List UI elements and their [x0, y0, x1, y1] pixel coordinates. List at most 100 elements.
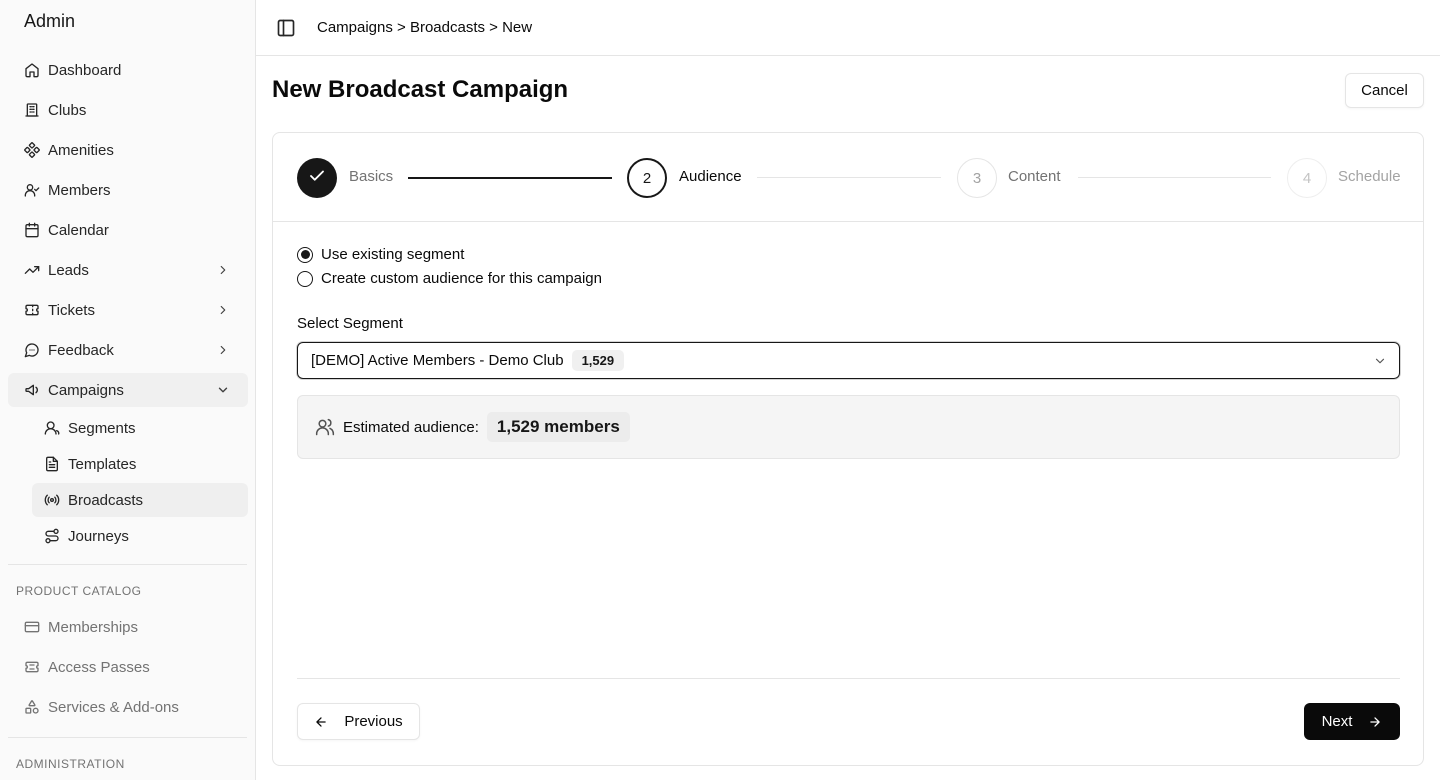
- sidebar-item-clubs[interactable]: Clubs: [8, 93, 248, 127]
- sidebar-item-memberships[interactable]: Memberships: [8, 610, 248, 644]
- ticket-pass-icon: [24, 659, 40, 675]
- sidebar-item-label: Members: [48, 181, 111, 199]
- previous-button-label: Previous: [344, 713, 403, 730]
- chevron-down-icon: [1373, 354, 1387, 368]
- arrow-right-icon: [1368, 715, 1382, 729]
- sidebar-subitem-label: Segments: [68, 419, 136, 437]
- chevron-down-icon: [216, 383, 230, 397]
- megaphone-icon: [24, 382, 40, 398]
- step-2-label: Audience: [679, 168, 742, 185]
- sidebar-item-dashboard[interactable]: Dashboard: [8, 53, 248, 87]
- sidebar-item-campaigns[interactable]: Campaigns: [8, 373, 248, 407]
- ticket-icon: [24, 302, 40, 318]
- chevron-right-icon: [216, 303, 230, 317]
- sidebar-item-label: Services & Add-ons: [48, 698, 179, 716]
- sidebar: Admin Dashboard Clubs Amenities Members …: [0, 0, 256, 780]
- cancel-button[interactable]: Cancel: [1345, 73, 1424, 108]
- sidebar-toggle-icon[interactable]: [276, 18, 296, 38]
- sidebar-item-label: Clubs: [48, 101, 87, 119]
- top-bar: Campaigns > Broadcasts > New: [256, 0, 1440, 56]
- chevron-right-icon: [216, 343, 230, 357]
- sidebar-item-feedback[interactable]: Feedback: [8, 333, 248, 367]
- sidebar-item-calendar[interactable]: Calendar: [8, 213, 248, 247]
- section-label-product-catalog: PRODUCT CATALOG: [16, 584, 142, 598]
- breadcrumb: Campaigns > Broadcasts > New: [317, 19, 533, 36]
- sidebar-subitem-templates[interactable]: Templates: [32, 447, 248, 481]
- step-1-complete-circle: [297, 158, 337, 198]
- segment-field-label: Select Segment: [297, 315, 403, 332]
- step-1-label: Basics: [349, 168, 394, 185]
- users-icon: [315, 417, 335, 437]
- section-label-administration: ADMINISTRATION: [16, 757, 125, 771]
- sidebar-item-label: Amenities: [48, 141, 114, 159]
- check-icon: [308, 167, 326, 189]
- step-3-label: Content: [1008, 168, 1061, 185]
- sidebar-item-label: Feedback: [48, 341, 114, 359]
- sidebar-subitem-label: Journeys: [68, 527, 129, 545]
- sidebar-item-tickets[interactable]: Tickets: [8, 293, 248, 327]
- next-button-label: Next: [1321, 713, 1353, 730]
- step-connector: [757, 177, 941, 178]
- radio-use-existing-segment[interactable]: Use existing segment: [297, 246, 464, 263]
- file-text-icon: [44, 456, 60, 472]
- radio-label: Create custom audience for this campaign: [321, 270, 602, 287]
- radio-unselected[interactable]: [297, 270, 313, 287]
- card-icon: [24, 619, 40, 635]
- next-button[interactable]: Next: [1304, 703, 1400, 740]
- members-icon: [24, 182, 40, 198]
- step-2-circle: 2: [627, 158, 667, 198]
- sidebar-item-label: Leads: [48, 261, 89, 279]
- sidebar-subitem-journeys[interactable]: Journeys: [32, 519, 248, 553]
- sidebar-item-access-passes[interactable]: Access Passes: [8, 650, 248, 684]
- step-4-label: Schedule: [1338, 168, 1401, 185]
- chevron-right-icon: [216, 263, 230, 277]
- sidebar-subitem-broadcasts[interactable]: Broadcasts: [32, 483, 248, 517]
- segment-select[interactable]: [DEMO] Active Members - Demo Club 1,529: [297, 342, 1400, 379]
- sidebar-item-label: Memberships: [48, 618, 139, 636]
- sidebar-divider: [8, 737, 247, 738]
- calendar-icon: [24, 222, 40, 238]
- footer-divider: [297, 678, 1400, 679]
- sidebar-subitem-segments[interactable]: Segments: [32, 411, 248, 445]
- trending-up-icon: [24, 262, 40, 278]
- step-4-number: 4: [1302, 169, 1312, 187]
- sidebar-item-amenities[interactable]: Amenities: [8, 133, 248, 167]
- estimated-audience-panel: Estimated audience: 1,529 members: [297, 395, 1400, 459]
- step-connector: [408, 177, 612, 179]
- step-4-circle: 4: [1287, 158, 1327, 198]
- brand-title: Admin: [24, 11, 76, 31]
- message-icon: [24, 342, 40, 358]
- sidebar-item-label: Calendar: [48, 221, 109, 239]
- sidebar-item-label: Dashboard: [48, 61, 122, 79]
- step-3-number: 3: [972, 169, 982, 187]
- step-2-number: 2: [642, 169, 652, 187]
- segment-count-badge: 1,529: [571, 350, 625, 371]
- segment-select-value: [DEMO] Active Members - Demo Club: [311, 352, 564, 369]
- sidebar-item-label: Campaigns: [48, 381, 124, 399]
- estimated-audience-value: 1,529 members: [486, 412, 630, 442]
- step-3-circle: 3: [957, 158, 997, 198]
- building-icon: [24, 102, 40, 118]
- sidebar-item-label: Tickets: [48, 301, 95, 319]
- step-connector: [1078, 177, 1271, 178]
- wizard-card: Basics 2 Audience 3 Content 4 Schedule U…: [272, 132, 1424, 766]
- sidebar-divider: [8, 564, 247, 565]
- radio-label: Use existing segment: [321, 246, 465, 263]
- page-title: New Broadcast Campaign: [272, 76, 569, 103]
- arrow-left-icon: [314, 715, 328, 729]
- sidebar-subitem-label: Templates: [68, 455, 137, 473]
- radio-broadcast-icon: [44, 492, 60, 508]
- radio-selected[interactable]: [297, 246, 313, 263]
- stepper: Basics 2 Audience 3 Content 4 Schedule: [273, 133, 1423, 222]
- sidebar-item-label: Access Passes: [48, 658, 150, 676]
- sidebar-item-services-addons[interactable]: Services & Add-ons: [8, 690, 248, 724]
- sidebar-subitem-label: Broadcasts: [68, 491, 144, 509]
- home-icon: [24, 62, 40, 78]
- user-icon: [44, 420, 60, 436]
- estimated-audience-label: Estimated audience:: [343, 418, 479, 436]
- radio-create-custom-audience[interactable]: Create custom audience for this campaign: [297, 270, 602, 287]
- sidebar-item-leads[interactable]: Leads: [8, 253, 248, 287]
- sidebar-item-members[interactable]: Members: [8, 173, 248, 207]
- shapes-icon: [24, 699, 40, 715]
- previous-button[interactable]: Previous: [297, 703, 420, 740]
